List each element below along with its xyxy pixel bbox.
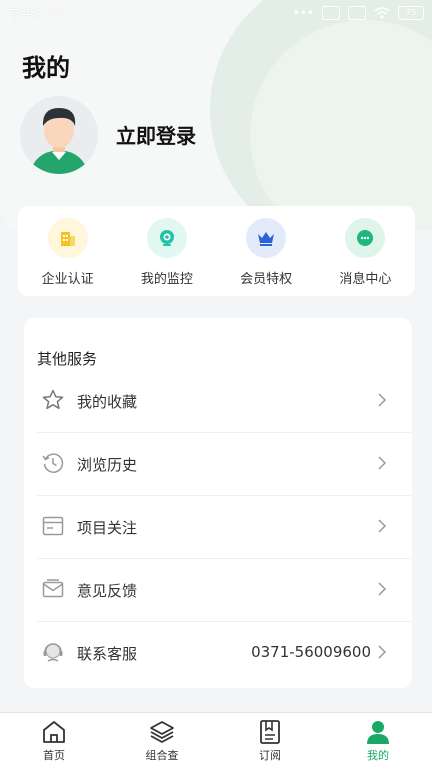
service-item-label: 项目关注 <box>77 519 138 537</box>
service-item-customer-service[interactable]: 联系客服 0371-56009600 <box>37 621 411 684</box>
login-button[interactable]: 立即登录 <box>116 120 196 149</box>
battery-icon: 75 <box>398 6 424 20</box>
service-item-history[interactable]: 浏览历史 <box>37 432 411 496</box>
service-item-label: 我的收藏 <box>77 393 138 411</box>
status-bar: 下午3:43 ••• 75 <box>0 0 432 28</box>
chevron-right-icon <box>378 582 387 596</box>
building-icon <box>47 218 88 258</box>
service-item-label: 浏览历史 <box>77 456 138 474</box>
project-icon <box>42 516 64 536</box>
home-icon <box>43 721 65 743</box>
quick-action-label: 企业认证 <box>41 272 94 287</box>
quick-action-monitor[interactable]: 我的监控 <box>117 206 216 296</box>
quick-action-label: 我的监控 <box>140 272 193 287</box>
sim-icon <box>348 6 366 20</box>
status-time: 下午3:43 <box>8 8 64 23</box>
tab-label: 首页 <box>43 749 65 762</box>
alarm-icon <box>322 6 340 20</box>
customer-service-icon <box>43 643 63 662</box>
chat-icon <box>345 218 386 258</box>
tab-mine[interactable]: 我的 <box>324 713 432 769</box>
feedback-icon <box>42 579 64 598</box>
crown-icon <box>246 218 287 258</box>
tab-subscribe[interactable]: 订阅 <box>216 713 324 769</box>
quick-action-label: 消息中心 <box>339 272 392 287</box>
bottom-tab-bar: 首页 组合查 订阅 我的 <box>0 712 432 769</box>
tab-combined-search[interactable]: 组合查 <box>108 713 216 769</box>
chevron-right-icon <box>378 645 387 659</box>
more-dots-icon: ••• <box>292 6 314 20</box>
status-icons: ••• 75 <box>293 6 424 20</box>
quick-action-vip[interactable]: 会员特权 <box>217 206 316 296</box>
tab-label: 组合查 <box>145 749 179 762</box>
profile-icon <box>367 721 389 744</box>
subscribe-icon <box>260 720 280 744</box>
quick-action-messages[interactable]: 消息中心 <box>316 206 415 296</box>
service-item-favorites[interactable]: 我的收藏 <box>37 369 411 433</box>
quick-actions-card: 企业认证 我的监控 会员特权 消息中心 <box>18 206 415 296</box>
page-title: 我的 <box>22 54 70 82</box>
history-icon <box>42 453 64 473</box>
service-item-feedback[interactable]: 意见反馈 <box>37 558 411 622</box>
chevron-right-icon <box>378 456 387 470</box>
avatar[interactable] <box>20 96 98 174</box>
other-services-card: 其他服务 我的收藏 浏览历史 项目关注 意见反馈 联系客服 0371-56009… <box>24 318 412 688</box>
quick-action-label: 会员特权 <box>240 272 293 287</box>
quick-action-enterprise-cert[interactable]: 企业认证 <box>18 206 117 296</box>
service-item-label: 联系客服 <box>77 645 138 663</box>
tab-label: 订阅 <box>259 749 281 762</box>
service-item-label: 意见反馈 <box>77 582 138 600</box>
chevron-right-icon <box>378 393 387 407</box>
section-title: 其他服务 <box>37 350 98 368</box>
wifi-icon <box>374 7 390 19</box>
layers-icon <box>150 721 174 743</box>
tab-label: 我的 <box>367 749 389 762</box>
camera-icon <box>146 218 187 258</box>
customer-service-phone: 0371-56009600 <box>251 643 371 661</box>
chevron-right-icon <box>378 519 387 533</box>
service-item-project-follow[interactable]: 项目关注 <box>37 495 411 559</box>
tab-home[interactable]: 首页 <box>0 713 108 769</box>
star-icon <box>42 389 64 410</box>
